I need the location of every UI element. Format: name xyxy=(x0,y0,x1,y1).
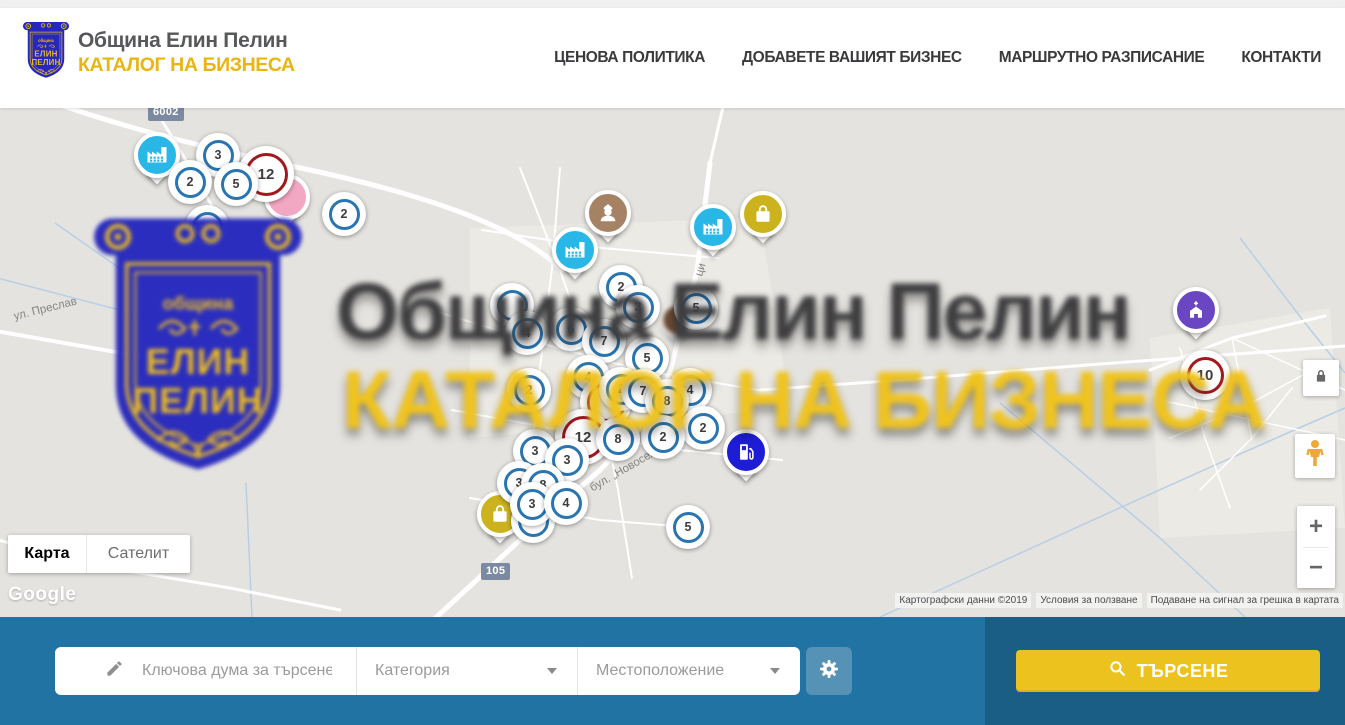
location-select[interactable]: Местоположение xyxy=(578,647,800,695)
cluster-marker[interactable]: 2 xyxy=(681,406,725,450)
cluster-count: 8 xyxy=(603,424,634,455)
nav-item-1[interactable]: ДОБАВЕТЕ ВАШИЯТ БИЗНЕС xyxy=(742,49,962,67)
church-map-pin[interactable] xyxy=(1173,287,1219,345)
search-bar: Категория Местоположение xyxy=(55,647,800,695)
cluster-count: 5 xyxy=(221,169,252,200)
cluster-count: 5 xyxy=(673,512,704,543)
nav-item-2[interactable]: МАРШРУТНО РАЗПИСАНИЕ xyxy=(999,49,1205,67)
main-nav: ЦЕНОВА ПОЛИТИКА ДОБАВЕТЕ ВАШИЯТ БИЗНЕС МАР… xyxy=(554,8,1321,108)
cluster-marker[interactable] xyxy=(185,205,229,249)
site-logo[interactable]: община ЕЛИН ПЕЛИН Община Елин Пелин КАТА… xyxy=(22,20,295,86)
zoom-control: + − xyxy=(1297,506,1335,588)
search-icon xyxy=(1108,659,1127,683)
gear-icon xyxy=(817,657,841,686)
svg-text:ПЕЛИН: ПЕЛИН xyxy=(31,58,60,67)
cluster-count: 2 xyxy=(648,422,679,453)
location-select-value: Местоположение xyxy=(596,662,724,680)
search-panel: Категория Местоположение xyxy=(0,617,1345,725)
search-button-label: ТЪРСЕНЕ xyxy=(1137,661,1229,682)
cluster-marker[interactable]: 10 xyxy=(1180,350,1230,400)
cluster-marker[interactable]: 2 xyxy=(322,192,366,236)
category-select[interactable]: Категория xyxy=(357,647,578,695)
keyword-section xyxy=(55,647,357,695)
cluster-marker[interactable]: 2 xyxy=(641,415,685,459)
cluster-count: 2 xyxy=(514,375,545,406)
attribution-link[interactable]: Условия за ползване xyxy=(1036,593,1141,608)
category-select-value: Категория xyxy=(375,662,450,680)
header: община ЕЛИН ПЕЛИН Община Елин Пелин КАТА… xyxy=(0,8,1345,108)
cluster-count: 2 xyxy=(175,167,206,198)
cluster-marker[interactable]: 5 xyxy=(666,505,710,549)
google-map[interactable]: 6002105 ул. Преславбул. „Новоселци 31225… xyxy=(0,108,1345,617)
cluster-count: 3 xyxy=(623,292,654,323)
cluster-count: 3 xyxy=(517,489,548,520)
cluster-count: 2 xyxy=(329,199,360,230)
nav-item-0[interactable]: ЦЕНОВА ПОЛИТИКА xyxy=(554,49,705,67)
chevron-down-icon xyxy=(547,668,557,674)
lock-icon xyxy=(1312,367,1330,390)
factory-icon xyxy=(690,204,736,250)
cluster-count: 7 xyxy=(589,326,620,357)
map-attribution: Картографски данни ©2019 Условия за ползв… xyxy=(895,593,1343,608)
cluster-count: 4 xyxy=(551,488,582,519)
factory-map-pin[interactable] xyxy=(552,227,598,285)
cluster-marker[interactable]: 5 xyxy=(674,286,718,330)
cluster-count: 5 xyxy=(681,293,712,324)
keyword-search-input[interactable] xyxy=(142,662,332,680)
advanced-settings-button[interactable] xyxy=(806,647,852,695)
cluster-marker[interactable]: 8 xyxy=(596,417,640,461)
cluster-marker[interactable]: 4 xyxy=(544,481,588,525)
map-type-map-button[interactable]: Карта xyxy=(8,535,86,573)
cluster-marker[interactable]: 4 xyxy=(505,311,549,355)
factory-icon xyxy=(552,227,598,273)
svg-text:ЕЛИН: ЕЛИН xyxy=(34,50,57,59)
church-icon xyxy=(1173,287,1219,333)
cluster-marker[interactable]: 3 xyxy=(616,285,660,329)
cluster-marker[interactable]: 2 xyxy=(168,160,212,204)
svg-text:община: община xyxy=(38,38,54,43)
cluster-marker[interactable]: 5 xyxy=(214,162,258,206)
road-badge: 6002 xyxy=(148,108,184,121)
lock-control[interactable] xyxy=(1303,360,1339,396)
cluster-marker[interactable]: 2 xyxy=(507,368,551,412)
cluster-count: 4 xyxy=(512,318,543,349)
nav-item-3[interactable]: КОНТАКТИ xyxy=(1241,49,1321,67)
chevron-down-icon xyxy=(770,668,780,674)
pencil-icon xyxy=(105,659,124,683)
zoom-out-button[interactable]: − xyxy=(1297,548,1335,588)
municipality-crest-logo: община ЕЛИН ПЕЛИН xyxy=(22,20,70,86)
street-view-pegman-control[interactable] xyxy=(1295,434,1335,478)
attribution-text: Картографски данни ©2019 xyxy=(895,593,1031,608)
map-type-satellite-button[interactable]: Сателит xyxy=(86,535,190,573)
bag-map-pin[interactable] xyxy=(740,191,786,249)
site-title: Община Елин Пелин xyxy=(78,29,295,53)
road-badge: 105 xyxy=(481,563,510,580)
factory-map-pin[interactable] xyxy=(690,204,736,262)
site-subtitle: КАТАЛОГ НА БИЗНЕСА xyxy=(78,54,295,77)
cluster-count: 2 xyxy=(688,413,719,444)
top-strip xyxy=(0,0,1345,8)
attribution-link[interactable]: Подаване на сигнал за грешка в картата xyxy=(1147,593,1343,608)
zoom-in-button[interactable]: + xyxy=(1297,507,1335,547)
cluster-count: 10 xyxy=(1187,357,1224,394)
bag-icon xyxy=(740,191,786,237)
map-type-control: Карта Сателит xyxy=(8,535,190,573)
cluster-count: 8 xyxy=(652,386,683,417)
cluster-count xyxy=(192,212,223,243)
pegman-icon xyxy=(1304,439,1326,474)
google-logo[interactable]: Google xyxy=(8,584,76,606)
fuel-icon xyxy=(723,429,769,475)
search-button[interactable]: ТЪРСЕНЕ xyxy=(1016,650,1320,692)
fuel-map-pin[interactable] xyxy=(723,429,769,487)
